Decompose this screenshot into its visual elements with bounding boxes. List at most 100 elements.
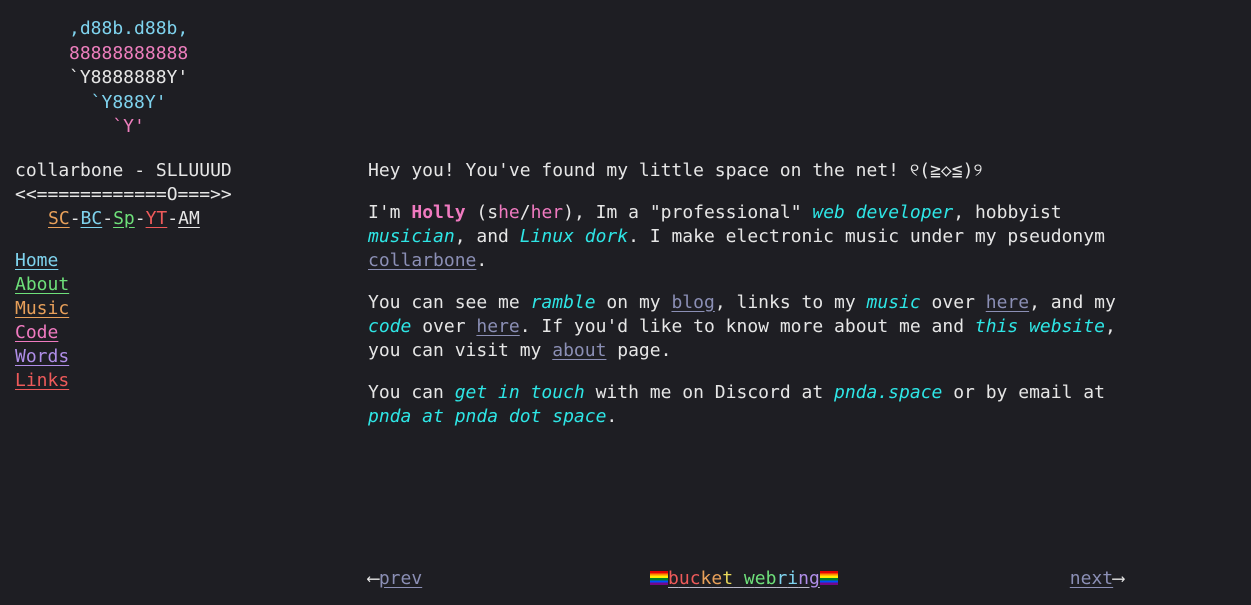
links-text: You can see me [368,292,531,313]
webring-letter: n [798,568,809,589]
pride-flag-icon [650,571,668,585]
social-separator: - [69,208,81,229]
webring-next: next⟶ [1070,567,1124,591]
ascii-heart-line: 88888888888 [69,42,189,64]
webring-footer: ⟵prev bucket webring next⟶ [368,567,1124,591]
social-link-spotify[interactable]: Sp [113,208,135,229]
social-link-apple-music[interactable]: AM [178,208,200,229]
ascii-heart: ,d88b.d88b, 88888888888 `Y8888888Y' `Y88… [69,17,188,140]
webring-prev-link[interactable]: prev [379,568,422,589]
intro-text: Hey you! You've found my little space on… [368,160,910,181]
site-title: collarbone - SLLUUUD [15,160,232,181]
contact-text: with me on Discord at [584,382,834,403]
links-text: on my [595,292,672,313]
nav-link-about[interactable]: About [15,274,69,295]
webring-letter: t [722,568,734,589]
ascii-heart-line: `Y' [69,116,145,137]
kaomoji-left: ୧ [909,160,920,181]
links-text: , links to my [714,292,867,313]
nav-link-words[interactable]: Words [15,346,69,367]
nav-item: Home [15,249,345,273]
contact-paragraph: You can get in touch with me on Discord … [368,381,1128,429]
nav-link-home[interactable]: Home [15,250,58,271]
ascii-heart-line: `Y888Y' [69,91,167,113]
collarbone-link[interactable]: collarbone [368,250,476,271]
social-link-bandcamp[interactable]: BC [81,208,103,229]
nav-item: Words [15,345,345,369]
author-name: Holly [411,202,466,223]
webring-letter: e [754,568,766,589]
bio-text: ), Im a "professional" [563,202,813,223]
email-address: pnda at pnda dot space [368,406,607,427]
webring-letter: u [678,568,690,589]
pride-flag-icon [819,571,838,585]
nav-item: Music [15,297,345,321]
kaomoji: (≧◇≦) [919,160,974,181]
webring-next-link[interactable]: next [1070,568,1113,589]
links-text: over [920,292,986,313]
social-link-soundcloud[interactable]: SC [48,208,70,229]
nav-item: Links [15,369,345,393]
emphasis-music: music [866,292,921,313]
bio-text: ( [465,202,488,223]
nav-item: Code [15,321,345,345]
webring-letter: e [711,568,723,589]
pronoun-she-rest: he [498,202,520,223]
arrow-left-icon: ⟵ [368,568,379,589]
contact-text: or by email at [942,382,1105,403]
pronoun-slash: / [519,202,531,223]
webring-letter: b [668,568,679,589]
emphasis-web-developer: web developer [812,202,954,223]
bio-text: . [476,250,488,271]
contact-text: . [606,406,618,427]
ascii-heart-line: `Y8888888Y' [69,67,189,88]
bio-paragraph: I'm Holly (she/her), Im a "professional"… [368,201,1128,273]
social-separator: - [167,208,179,229]
music-here-link[interactable]: here [986,292,1029,313]
links-paragraph: You can see me ramble on my blog, links … [368,291,1128,363]
pronoun-she-s: s [487,202,499,223]
social-link-youtube[interactable]: YT [146,208,168,229]
bio-text: , hobbyist [953,202,1062,223]
about-link[interactable]: about [552,340,606,361]
main-nav: Home About Music Code Words Links [15,249,345,393]
links-text: . If you'd like to know more about me an… [519,316,975,337]
bio-text: I'm [368,202,412,223]
links-text: , and my [1029,292,1116,313]
emphasis-linux-dork: Linux dork [519,226,629,247]
social-links: SC-BC-Sp-YT-AM [15,207,345,231]
page: ,d88b.d88b, 88888888888 `Y8888888Y' `Y88… [0,0,1251,605]
kaomoji-right: ୨ [973,160,983,181]
contact-text: You can [368,382,455,403]
webring-letter: w [743,568,755,589]
discord-handle: pnda.space [834,382,943,403]
social-separator: - [102,208,114,229]
bio-text: , and [454,226,520,247]
code-here-link[interactable]: here [476,316,519,337]
nav-link-code[interactable]: Code [15,322,58,343]
arrow-bar: <<============O===>> [15,184,232,205]
sidebar: collarbone - SLLUUUD <<============O===>… [15,159,345,411]
emphasis-ramble: ramble [530,292,596,313]
emphasis-code: code [368,316,412,337]
webring-link[interactable]: bucket webring [668,568,820,589]
webring-letter: c [689,568,701,589]
webring-prev: ⟵prev [368,567,422,591]
webring-center: bucket webring [650,567,838,591]
nav-link-links[interactable]: Links [15,370,69,391]
links-text: over [411,316,477,337]
webring-letter: i [787,568,799,589]
blog-link[interactable]: blog [671,292,714,313]
webring-letter: b [765,568,777,589]
webring-letter: r [776,568,788,589]
pronoun-her: her [530,202,564,223]
ascii-heart-line: ,d88b.d88b, [69,18,189,39]
emphasis-musician: musician [368,226,455,247]
webring-letter [733,568,744,589]
nav-link-music[interactable]: Music [15,298,69,319]
webring-letter: g [808,568,820,589]
social-separator: - [134,208,146,229]
main-content: Hey you! You've found my little space on… [368,159,1128,447]
webring-letter: k [700,568,712,589]
bio-text: . I make electronic music under my pseud… [628,226,1105,247]
